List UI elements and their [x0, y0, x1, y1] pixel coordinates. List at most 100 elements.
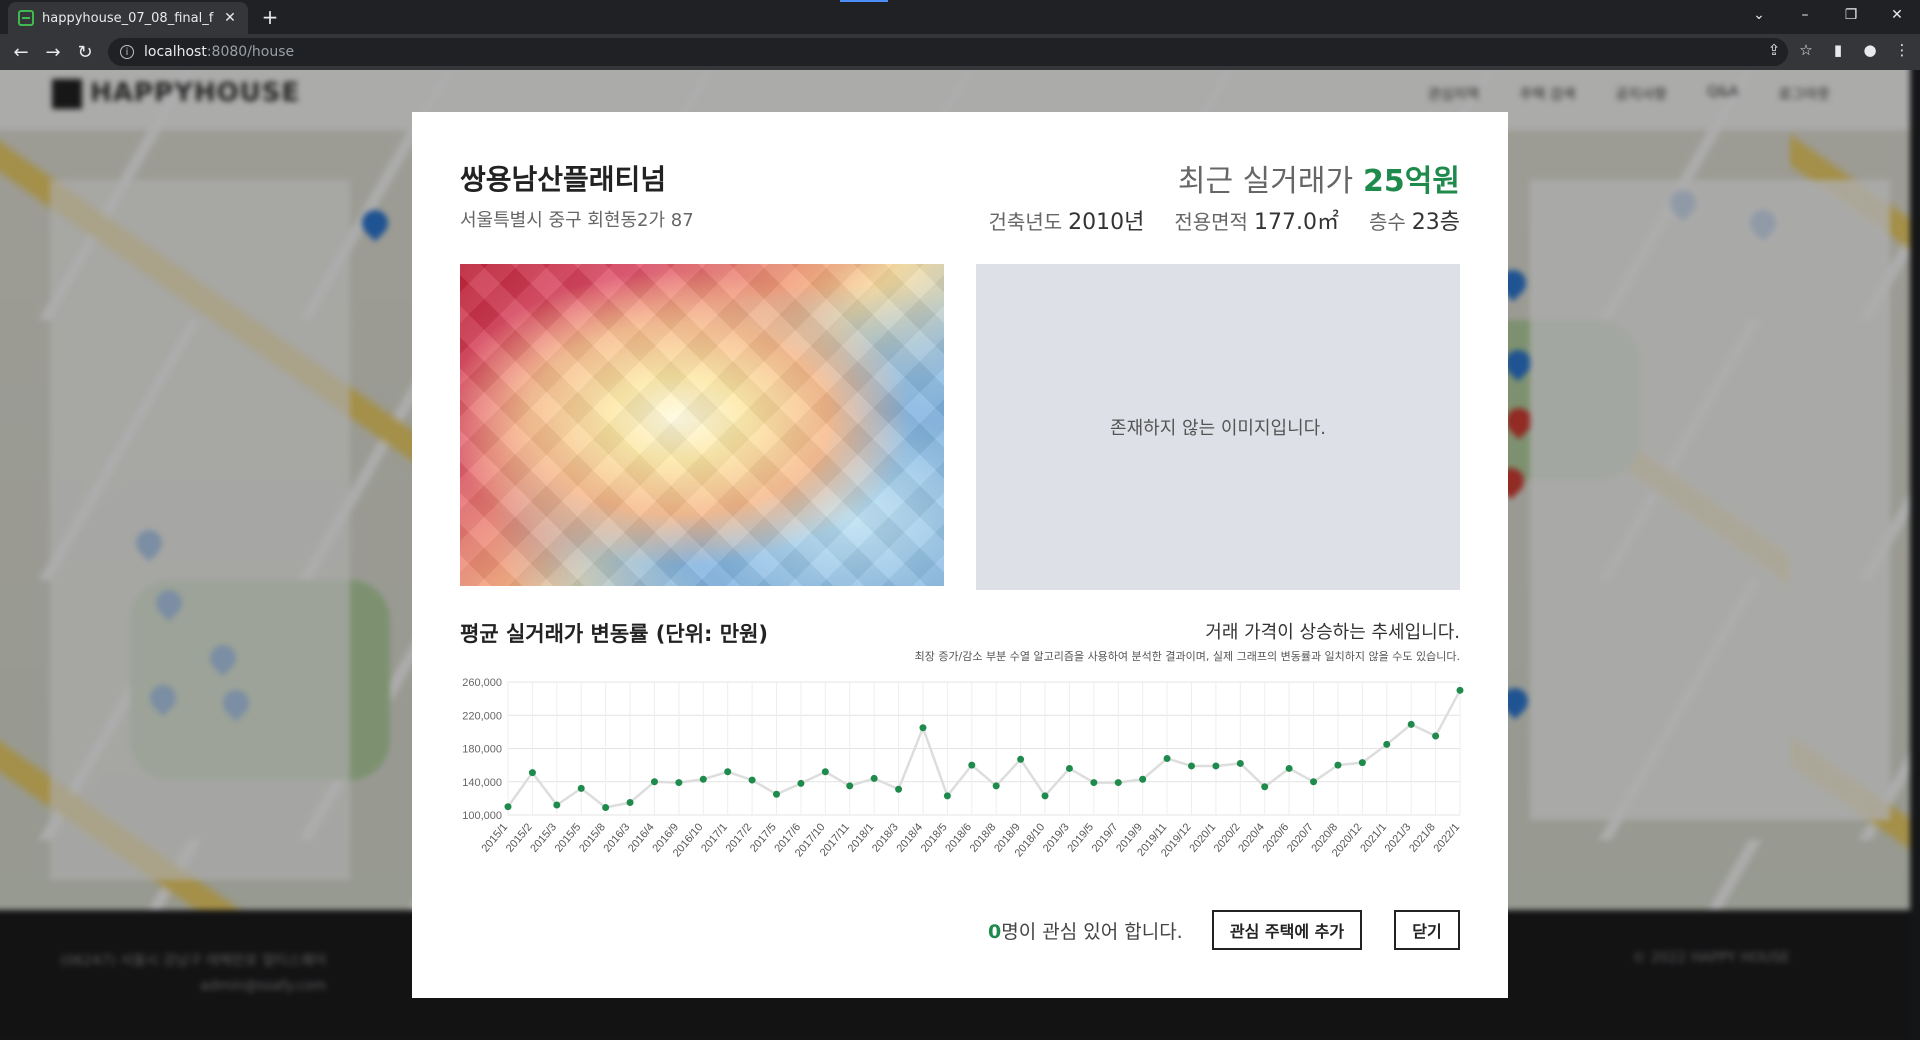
add-interest-button[interactable]: 관심 주택에 추가: [1212, 910, 1362, 950]
house-address: 서울특별시 중구 회현동2가 87: [460, 210, 694, 231]
chart-data-point: [821, 768, 829, 776]
chart-y-tick-label: 220,000: [462, 710, 502, 722]
price-chart-svg: 260,000220,000180,000140,000100,0002015/…: [462, 677, 1464, 859]
back-icon[interactable]: ←: [10, 41, 32, 63]
house-title: 쌍용남산플래티넘: [460, 163, 667, 196]
chart-data-point: [870, 774, 878, 782]
close-modal-button[interactable]: 닫기: [1394, 910, 1460, 950]
url-path: :8080/house: [206, 44, 295, 60]
site-info-icon[interactable]: i: [120, 45, 134, 59]
floor-label: 층수: [1368, 210, 1406, 234]
house-image: [460, 264, 944, 586]
missing-image-placeholder: 존재하지 않는 이미지입니다.: [976, 264, 1460, 590]
chart-data-point: [675, 779, 683, 787]
chart-data-point: [553, 801, 561, 809]
chart-data-point: [1236, 759, 1244, 767]
chart-data-point: [895, 785, 903, 793]
interest-count-value: 0: [988, 921, 1002, 943]
price-chart: 260,000 220,000 180,000 140,000 100,000 2015/…: [452, 672, 1468, 872]
loading-indicator: [840, 0, 888, 2]
price-label: 최근 실거래가: [1177, 164, 1354, 199]
chart-data-point: [968, 761, 976, 769]
chart-data-point: [748, 776, 756, 784]
forward-icon[interactable]: →: [42, 41, 64, 63]
interest-count-suffix: 명이 관심 있어 합니다.: [1001, 921, 1183, 943]
trend-text: 거래 가격이 상승하는 추세입니다.: [1205, 622, 1460, 643]
chart-data-point: [1456, 686, 1464, 694]
tab-title: happyhouse_07_08_final_fronter: [42, 10, 214, 26]
restore-button[interactable]: ❐: [1828, 0, 1874, 30]
chart-data-point: [1334, 761, 1342, 769]
page-favicon-icon: [18, 10, 34, 26]
price-value: 25억원: [1363, 164, 1460, 199]
browser-toolbar: ← → ↻ i localhost:8080/house ⇪ ☆ ▮ ● ⋮: [0, 34, 1920, 70]
chart-data-point: [1163, 754, 1171, 762]
chart-y-tick-label: 140,000: [462, 777, 502, 789]
chart-data-point: [650, 778, 658, 786]
house-specs: 건축년도 2010년 전용면적 177.0㎡ 층수 23층: [989, 204, 1460, 236]
chart-data-point: [699, 775, 707, 783]
chart-data-point: [528, 769, 536, 777]
chart-data-point: [797, 779, 805, 787]
sidepanel-icon[interactable]: ▮: [1828, 41, 1848, 59]
built-year-value: 2010년: [1068, 210, 1145, 235]
chart-title: 평균 실거래가 변동률 (단위: 만원): [460, 622, 768, 646]
window-controls: ⌄ – ❐ ✕: [1736, 0, 1920, 34]
chart-data-point: [626, 799, 634, 807]
chart-data-point: [577, 784, 585, 792]
chart-data-point: [1017, 755, 1025, 763]
chart-x-tick-label: 2022/1: [1431, 821, 1462, 854]
chart-data-point: [602, 804, 610, 812]
trend-note: 최장 증가/감소 부분 수열 알고리즘을 사용하여 분석한 결과이며, 실제 그…: [914, 650, 1460, 663]
chart-data-point: [1212, 762, 1220, 770]
window-close-button[interactable]: ✕: [1874, 0, 1920, 30]
chart-data-point: [1383, 740, 1391, 748]
menu-icon[interactable]: ⋮: [1892, 41, 1912, 59]
area-value: 177.0㎡: [1253, 210, 1339, 235]
chart-data-point: [1114, 779, 1122, 787]
chart-data-point: [504, 803, 512, 811]
minimize-button[interactable]: –: [1782, 0, 1828, 30]
chart-data-point: [992, 782, 1000, 790]
chart-data-point: [1187, 762, 1195, 770]
chart-data-point: [1139, 775, 1147, 783]
browser-tabbar: happyhouse_07_08_final_fronter ✕ + ⌄ – ❐…: [0, 0, 1920, 34]
chart-data-point: [1065, 764, 1073, 772]
chart-data-point: [919, 724, 927, 732]
tab-close-icon[interactable]: ✕: [222, 10, 238, 26]
reload-icon[interactable]: ↻: [74, 41, 96, 63]
chart-data-point: [1407, 720, 1415, 728]
chart-data-point: [1285, 764, 1293, 772]
address-bar[interactable]: i localhost:8080/house: [108, 38, 1788, 66]
tab-search-icon[interactable]: ⌄: [1736, 0, 1782, 30]
chart-data-point: [1261, 783, 1269, 791]
chart-y-tick-label: 100,000: [462, 810, 502, 822]
chart-y-tick-label: 180,000: [462, 744, 502, 756]
profile-icon[interactable]: ●: [1860, 41, 1880, 59]
chart-data-point: [1310, 778, 1318, 786]
chart-data-point: [1432, 732, 1440, 740]
new-tab-button[interactable]: +: [258, 6, 282, 28]
chart-data-point: [1041, 792, 1049, 800]
built-year: 건축년도 2010년: [989, 204, 1145, 236]
floor-value: 23층: [1411, 210, 1460, 235]
area: 전용면적 177.0㎡: [1174, 204, 1339, 236]
house-detail-modal: 쌍용남산플래티넘 서울특별시 중구 회현동2가 87 최근 실거래가 25억원 건…: [412, 112, 1508, 998]
floor: 층수 23층: [1369, 204, 1460, 236]
chart-data-point: [724, 768, 732, 776]
share-icon[interactable]: ⇪: [1764, 41, 1784, 59]
bookmark-star-icon[interactable]: ☆: [1796, 41, 1816, 59]
chart-y-tick-label: 260,000: [462, 677, 502, 689]
built-year-label: 건축년도: [988, 210, 1063, 234]
url-host: localhost: [144, 44, 207, 60]
chart-data-point: [773, 790, 781, 798]
toolbar-actions: ⇪ ☆ ▮ ● ⋮: [1764, 41, 1912, 59]
recent-price: 최근 실거래가 25억원: [1178, 156, 1460, 200]
chart-data-point: [1090, 779, 1098, 787]
chart-data-point: [846, 782, 854, 790]
browser-tab[interactable]: happyhouse_07_08_final_fronter ✕: [8, 2, 248, 34]
area-label: 전용면적: [1174, 210, 1248, 234]
chart-data-point: [943, 792, 951, 800]
chart-data-point: [1358, 759, 1366, 767]
missing-image-text: 존재하지 않는 이미지입니다.: [1110, 418, 1326, 439]
